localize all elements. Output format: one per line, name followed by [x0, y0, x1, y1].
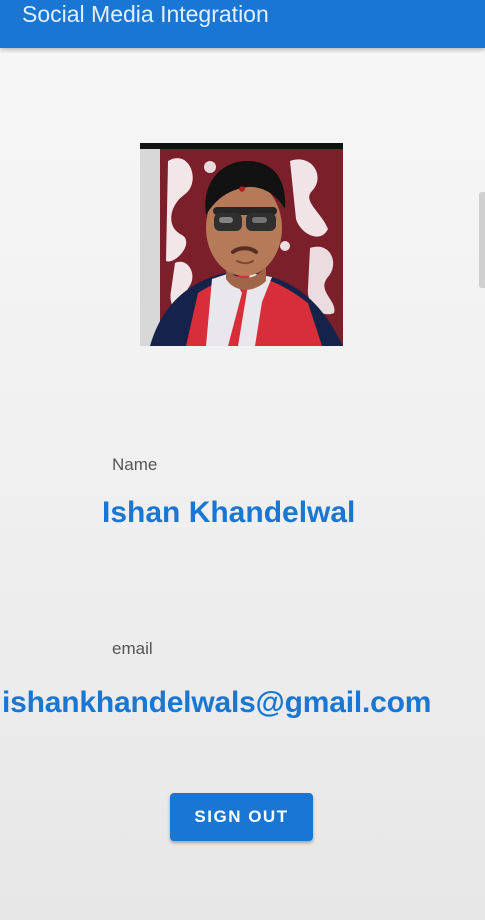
name-value: Ishan Khandelwal — [102, 496, 356, 529]
app-title: Social Media Integration — [22, 1, 269, 27]
email-value: ishankhandelwals@gmail.com — [2, 686, 432, 719]
email-label: email — [112, 639, 153, 658]
app-bar: Social Media Integration — [0, 0, 485, 48]
sign-out-button[interactable]: SIGN OUT — [170, 793, 313, 841]
name-label: Name — [112, 455, 158, 474]
profile-photo — [140, 143, 343, 346]
scroll-indicator — [479, 192, 485, 288]
